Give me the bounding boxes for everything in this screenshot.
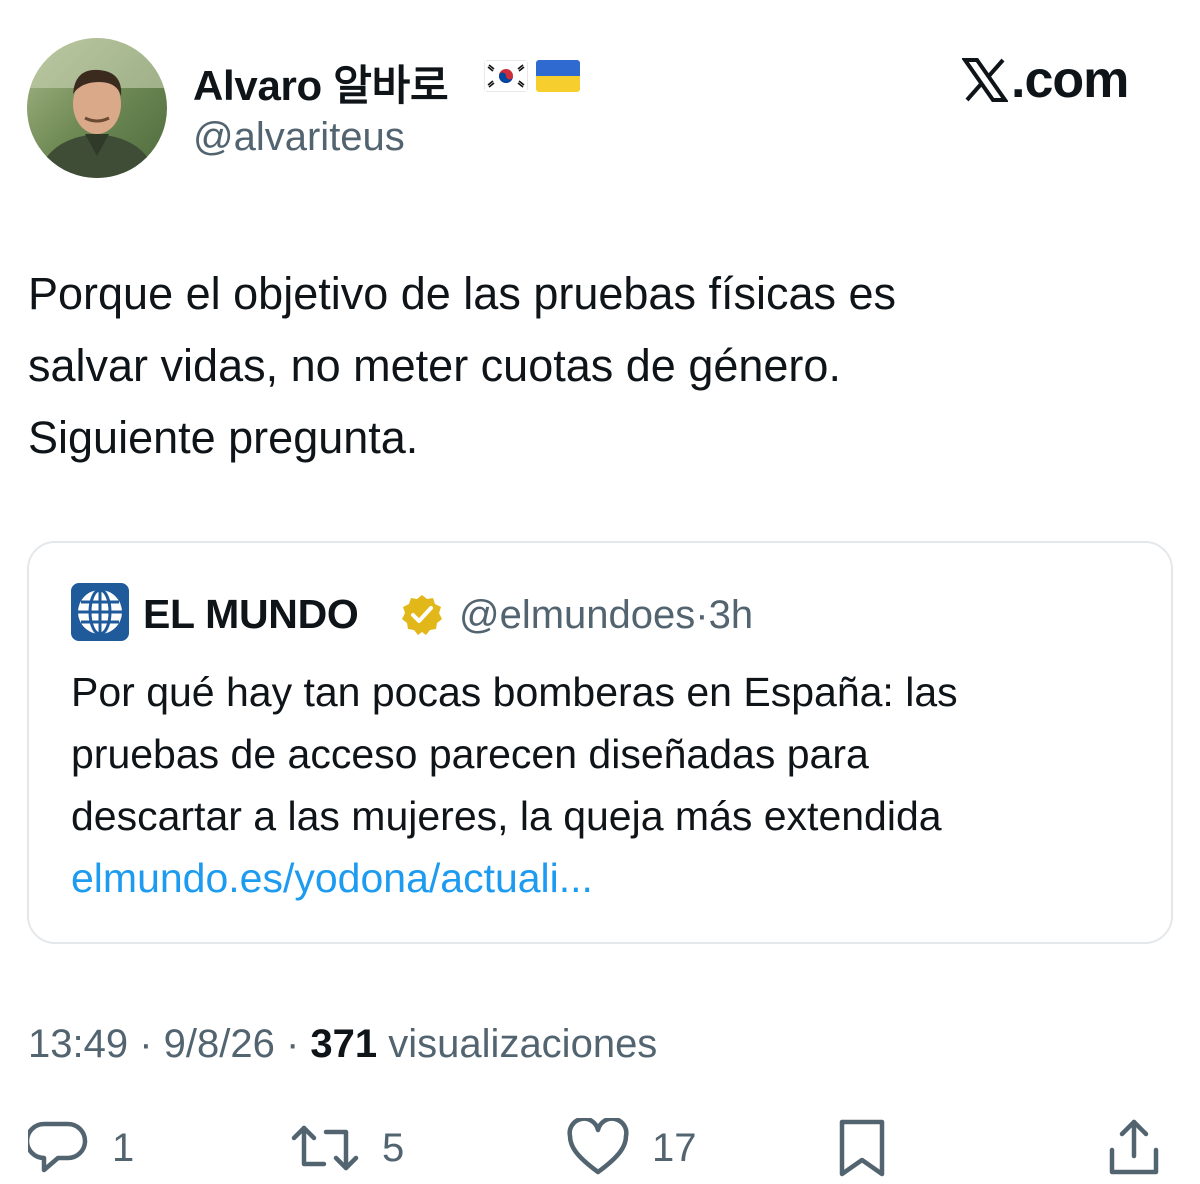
reply-count: 1 (112, 1125, 135, 1170)
views-count: 371 (310, 1022, 378, 1066)
meta-separator: · (128, 1022, 164, 1066)
quoted-tweet-card[interactable]: EL MUNDO @elmundoes·3h Por qué hay tan p… (27, 541, 1173, 944)
author-name[interactable]: Alvaro 알바로 (193, 52, 449, 113)
tweet-line: Siguiente pregunta. (28, 412, 419, 463)
quoted-text: Por qué hay tan pocas bomberas en España… (71, 661, 1161, 909)
brand-suffix: .com (1011, 51, 1129, 109)
views-label: visualizaciones (377, 1022, 658, 1066)
x-logo-icon (962, 58, 1008, 102)
quoted-handle[interactable]: @elmundoes (459, 593, 695, 637)
retweet-button[interactable]: 5 (290, 1118, 404, 1178)
tweet-line: salvar vidas, no meter cuotas de género. (28, 340, 841, 391)
author-flags (484, 60, 580, 92)
x-com-watermark: .com (962, 50, 1129, 110)
reply-icon (28, 1121, 88, 1173)
quoted-line: descartar a las mujeres, la queja más ex… (71, 793, 942, 839)
quoted-time[interactable]: 3h (709, 593, 754, 637)
bookmark-button[interactable] (832, 1118, 892, 1178)
south-korea-flag-icon (484, 60, 528, 92)
retweet-count: 5 (382, 1125, 405, 1170)
heart-icon (567, 1118, 629, 1175)
author-handle[interactable]: @alvariteus (193, 115, 405, 160)
like-button[interactable]: 17 (566, 1118, 697, 1178)
tweet-line: Porque el objetivo de las pruebas física… (28, 268, 897, 319)
verified-badge-icon (402, 595, 442, 635)
share-button[interactable] (1104, 1118, 1164, 1178)
tweet-date[interactable]: 9/8/26 (164, 1022, 275, 1066)
tweet-text: Porque el objetivo de las pruebas física… (28, 258, 1168, 474)
ukraine-flag-icon (536, 60, 580, 92)
meta-separator: · (274, 1022, 311, 1066)
el-mundo-globe-logo-icon (71, 583, 129, 641)
tweet-meta: 13:49 · 9/8/26 · 371 visualizaciones (28, 1022, 657, 1067)
quoted-line: Por qué hay tan pocas bomberas en España… (71, 669, 958, 715)
quoted-meta: @elmundoes·3h (459, 593, 753, 638)
avatar[interactable] (27, 38, 167, 178)
quoted-author-name[interactable]: EL MUNDO (143, 591, 359, 638)
bookmark-icon (839, 1119, 885, 1177)
retweet-icon (291, 1125, 359, 1171)
like-count: 17 (652, 1125, 697, 1170)
share-icon (1109, 1119, 1159, 1175)
quoted-separator: · (695, 593, 709, 637)
quoted-line: pruebas de acceso parecen diseñadas para (71, 731, 869, 777)
quoted-link[interactable]: elmundo.es/yodona/actuali... (71, 847, 1161, 909)
reply-button[interactable]: 1 (28, 1118, 134, 1178)
tweet-time[interactable]: 13:49 (28, 1022, 128, 1066)
